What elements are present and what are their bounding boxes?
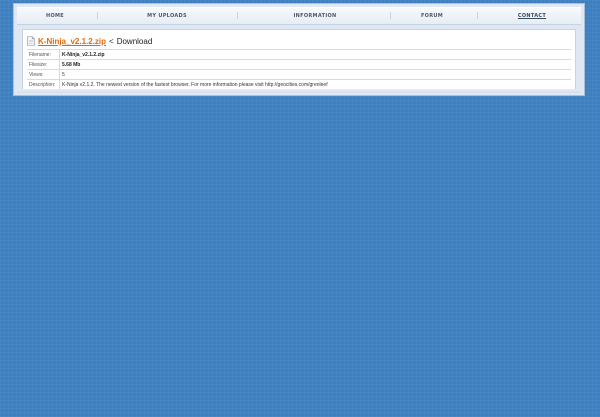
nav-divider [97,12,98,19]
download-panel: K-Ninja_v2.1.2.zip < Download Filename: … [22,29,576,92]
nav-my-uploads[interactable]: MY UPLOADS [137,8,197,24]
table-row: Filename: K-Ninja_v2.1.2.zip [27,49,571,60]
top-nav: HOME MY UPLOADS INFORMATION FORUM CONTAC… [17,7,581,25]
nav-forum[interactable]: FORUM [412,8,452,24]
nav-divider [390,12,391,19]
table-row: Description: K-Ninja v2.1.2. The newest … [27,79,571,90]
download-label: Download [116,36,153,46]
views-value: 5 [59,69,571,80]
nav-information[interactable]: INFORMATION [280,8,350,24]
file-info-table: Filename: K-Ninja_v2.1.2.zip Filesize: 5… [27,49,571,90]
description-value: K-Ninja v2.1.2. The newest version of th… [59,79,571,90]
content-frame: HOME MY UPLOADS INFORMATION FORUM CONTAC… [13,3,585,96]
nav-home[interactable]: HOME [25,8,85,24]
views-label: Views: [27,69,60,80]
file-download-link[interactable]: K-Ninja_v2.1.2.zip [38,37,106,46]
filesize-value: 5.68 Mb [59,59,571,70]
footer-strip [17,89,581,93]
table-row: Filesize: 5.68 Mb [27,59,571,70]
filename-label: Filename: [27,49,60,60]
nav-divider [477,12,478,19]
filename-value: K-Ninja_v2.1.2.zip [59,49,571,60]
file-icon [27,36,35,46]
nav-divider [237,12,238,19]
download-title: K-Ninja_v2.1.2.zip < Download [27,35,152,47]
nav-contact[interactable]: CONTACT [507,8,557,24]
title-separator: < [109,36,114,46]
filesize-label: Filesize: [27,59,60,70]
description-label: Description: [27,79,60,90]
table-row: Views: 5 [27,69,571,80]
